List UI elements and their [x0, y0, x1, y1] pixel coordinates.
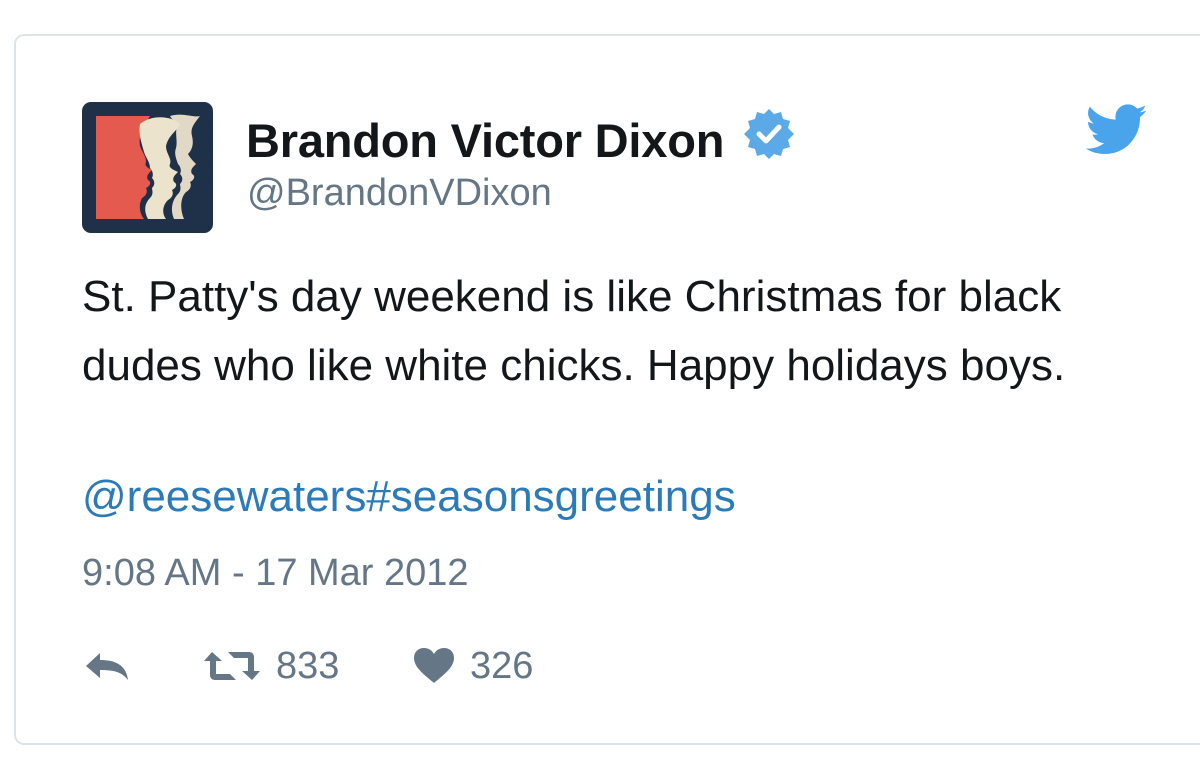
hashtag-link[interactable]: #seasonsgreetings: [366, 472, 735, 521]
twitter-bird-icon[interactable]: [1085, 104, 1148, 156]
tweet-links: @reesewaters#seasonsgreetings: [82, 472, 736, 522]
avatar-silhouette-logo: [96, 114, 200, 219]
like-count: 326: [470, 644, 534, 687]
retweet-icon: [204, 652, 260, 680]
verified-badge-icon: [741, 106, 797, 162]
avatar[interactable]: [82, 102, 213, 233]
author-handle[interactable]: @BrandonVDixon: [247, 172, 552, 215]
like-button[interactable]: 326: [412, 640, 533, 692]
reply-button[interactable]: [82, 640, 132, 692]
reply-icon: [86, 653, 128, 680]
tweet-actions: 833 326: [82, 640, 682, 692]
retweet-count: 833: [276, 644, 340, 687]
tweet-timestamp[interactable]: 9:08 AM - 17 Mar 2012: [82, 552, 469, 595]
tweet-text: St. Patty's day weekend is like Christma…: [82, 272, 1066, 390]
mention-link[interactable]: @reesewaters: [82, 472, 366, 521]
author-name[interactable]: Brandon Victor Dixon: [246, 113, 724, 168]
retweet-button[interactable]: 833: [202, 640, 339, 692]
heart-icon: [414, 648, 454, 683]
